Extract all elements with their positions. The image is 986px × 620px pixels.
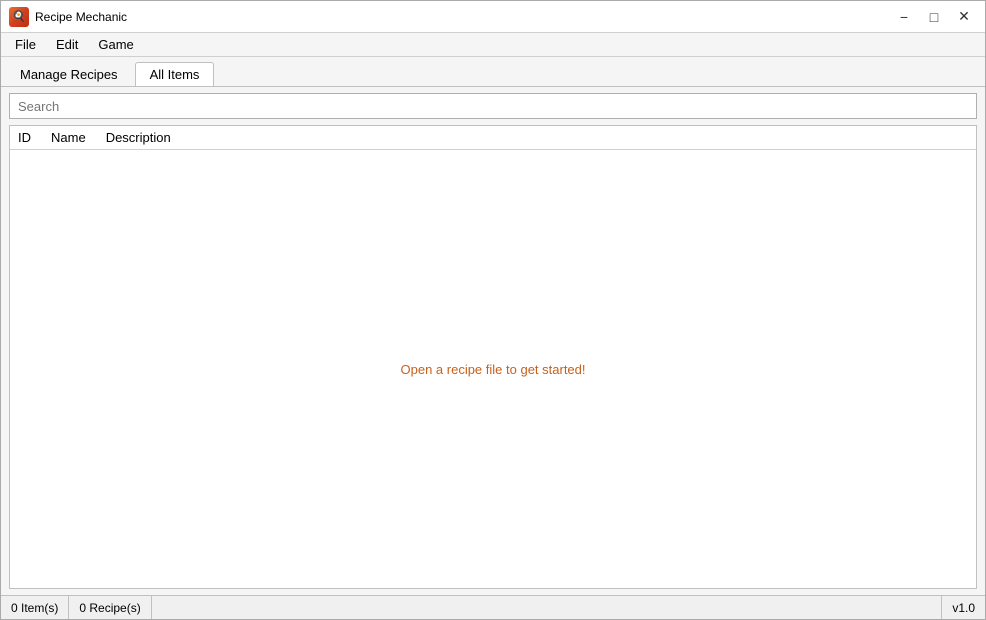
- menu-edit[interactable]: Edit: [46, 35, 88, 54]
- menu-game[interactable]: Game: [88, 35, 143, 54]
- close-button[interactable]: ✕: [951, 7, 977, 27]
- column-id: ID: [18, 130, 31, 145]
- column-description: Description: [106, 130, 171, 145]
- menu-bar: File Edit Game: [1, 33, 985, 57]
- table-body: Open a recipe file to get started!: [10, 150, 976, 588]
- status-items-count: 0 Item(s): [1, 596, 69, 619]
- status-version: v1.0: [941, 596, 985, 619]
- search-input[interactable]: [9, 93, 977, 119]
- title-bar: 🍳 Recipe Mechanic − □ ✕: [1, 1, 985, 33]
- app-icon: 🍳: [9, 7, 29, 27]
- maximize-button[interactable]: □: [921, 7, 947, 27]
- window-title: Recipe Mechanic: [35, 10, 891, 24]
- table-header: ID Name Description: [10, 126, 976, 150]
- empty-message: Open a recipe file to get started!: [401, 362, 586, 377]
- tab-manage-recipes[interactable]: Manage Recipes: [5, 62, 133, 86]
- items-table: ID Name Description Open a recipe file t…: [9, 125, 977, 589]
- tab-all-items[interactable]: All Items: [135, 62, 215, 86]
- tabs-row: Manage Recipes All Items: [1, 57, 985, 87]
- menu-file[interactable]: File: [5, 35, 46, 54]
- minimize-button[interactable]: −: [891, 7, 917, 27]
- main-window: 🍳 Recipe Mechanic − □ ✕ File Edit Game M…: [0, 0, 986, 620]
- status-recipes-count: 0 Recipe(s): [69, 596, 151, 619]
- window-controls: − □ ✕: [891, 7, 977, 27]
- main-content: ID Name Description Open a recipe file t…: [1, 87, 985, 595]
- column-name: Name: [51, 130, 86, 145]
- status-bar: 0 Item(s) 0 Recipe(s) v1.0: [1, 595, 985, 619]
